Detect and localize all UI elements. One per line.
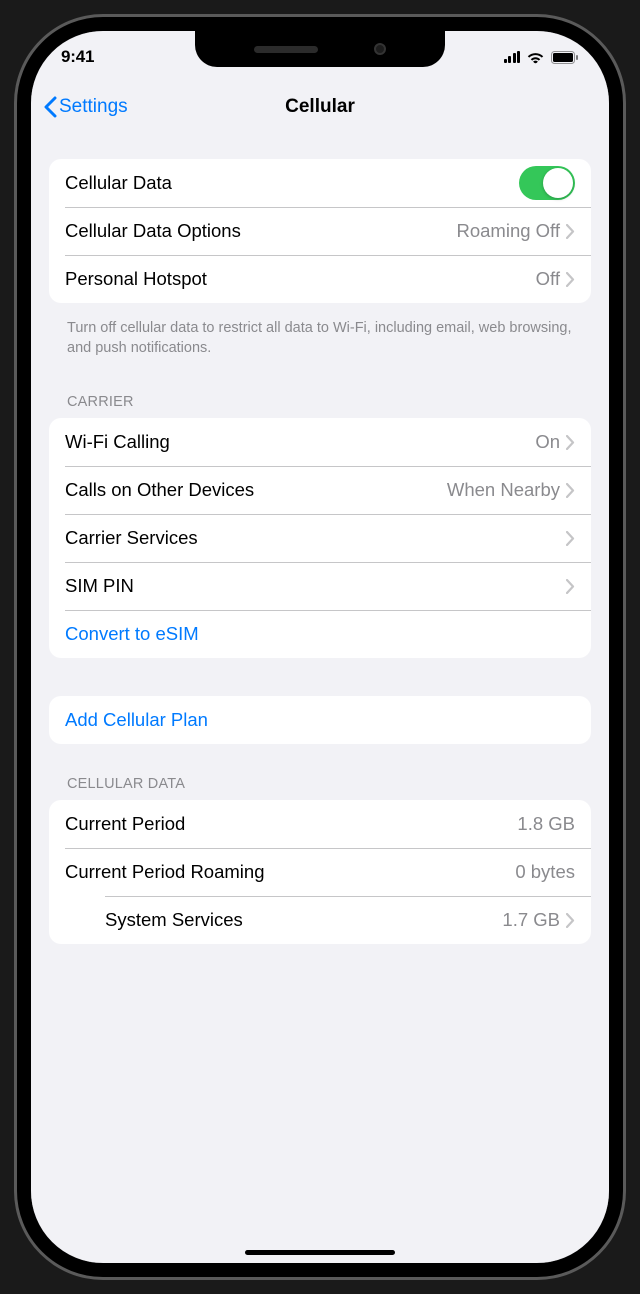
other-devices-detail: When Nearby <box>447 479 560 501</box>
row-calls-other-devices[interactable]: Calls on Other Devices When Nearby <box>49 466 591 514</box>
group-add-plan: Add Cellular Plan <box>49 696 591 744</box>
cellular-data-label: Cellular Data <box>65 172 519 194</box>
device-frame: 9:41 Settings Cellular Cellular D <box>17 17 623 1277</box>
chevron-right-icon <box>566 531 575 546</box>
hotspot-label: Personal Hotspot <box>65 268 536 290</box>
status-time: 9:41 <box>61 47 94 67</box>
row-current-period: Current Period 1.8 GB <box>49 800 591 848</box>
chevron-right-icon <box>566 272 575 287</box>
carrier-services-label: Carrier Services <box>65 527 566 549</box>
wifi-icon <box>526 50 545 64</box>
current-period-value: 1.8 GB <box>517 813 575 835</box>
chevron-right-icon <box>566 435 575 450</box>
wifi-calling-detail: On <box>535 431 560 453</box>
wifi-calling-label: Wi-Fi Calling <box>65 431 535 453</box>
current-period-label: Current Period <box>65 813 517 835</box>
chevron-right-icon <box>566 224 575 239</box>
chevron-left-icon <box>43 96 57 118</box>
roaming-label: Current Period Roaming <box>65 861 515 883</box>
carrier-header: CARRIER <box>49 380 591 418</box>
row-add-cellular-plan[interactable]: Add Cellular Plan <box>49 696 591 744</box>
system-services-label: System Services <box>105 909 502 931</box>
row-wifi-calling[interactable]: Wi-Fi Calling On <box>49 418 591 466</box>
row-convert-esim[interactable]: Convert to eSIM <box>49 610 591 658</box>
other-devices-label: Calls on Other Devices <box>65 479 447 501</box>
row-cellular-data[interactable]: Cellular Data <box>49 159 591 207</box>
row-system-services[interactable]: System Services 1.7 GB <box>49 896 591 944</box>
back-label: Settings <box>59 96 128 118</box>
usage-header: CELLULAR DATA <box>49 752 591 800</box>
group-cellular: Cellular Data Cellular Data Options Roam… <box>49 159 591 303</box>
screen: 9:41 Settings Cellular Cellular D <box>31 31 609 1263</box>
row-carrier-services[interactable]: Carrier Services <box>49 514 591 562</box>
hotspot-detail: Off <box>536 268 560 290</box>
add-plan-label: Add Cellular Plan <box>65 709 575 731</box>
chevron-right-icon <box>566 579 575 594</box>
content-scroll[interactable]: Cellular Data Cellular Data Options Roam… <box>31 131 609 1263</box>
options-label: Cellular Data Options <box>65 220 456 242</box>
back-button[interactable]: Settings <box>43 96 128 118</box>
group-carrier: Wi-Fi Calling On Calls on Other Devices … <box>49 418 591 658</box>
page-title: Cellular <box>285 96 355 118</box>
navbar: Settings Cellular <box>31 83 609 131</box>
row-sim-pin[interactable]: SIM PIN <box>49 562 591 610</box>
convert-esim-label: Convert to eSIM <box>65 623 575 645</box>
options-detail: Roaming Off <box>456 220 560 242</box>
cellular-signal-icon <box>504 51 521 63</box>
row-current-period-roaming: Current Period Roaming 0 bytes <box>49 848 591 896</box>
battery-icon <box>551 51 579 64</box>
cellular-data-toggle[interactable] <box>519 166 575 200</box>
cellular-footer: Turn off cellular data to restrict all d… <box>49 311 591 380</box>
home-indicator[interactable] <box>245 1250 395 1255</box>
roaming-value: 0 bytes <box>515 861 575 883</box>
sim-pin-label: SIM PIN <box>65 575 566 597</box>
chevron-right-icon <box>566 913 575 928</box>
system-services-value: 1.7 GB <box>502 909 560 931</box>
notch <box>195 31 445 67</box>
group-usage: Current Period 1.8 GB Current Period Roa… <box>49 800 591 944</box>
row-cellular-data-options[interactable]: Cellular Data Options Roaming Off <box>49 207 591 255</box>
chevron-right-icon <box>566 483 575 498</box>
row-personal-hotspot[interactable]: Personal Hotspot Off <box>49 255 591 303</box>
